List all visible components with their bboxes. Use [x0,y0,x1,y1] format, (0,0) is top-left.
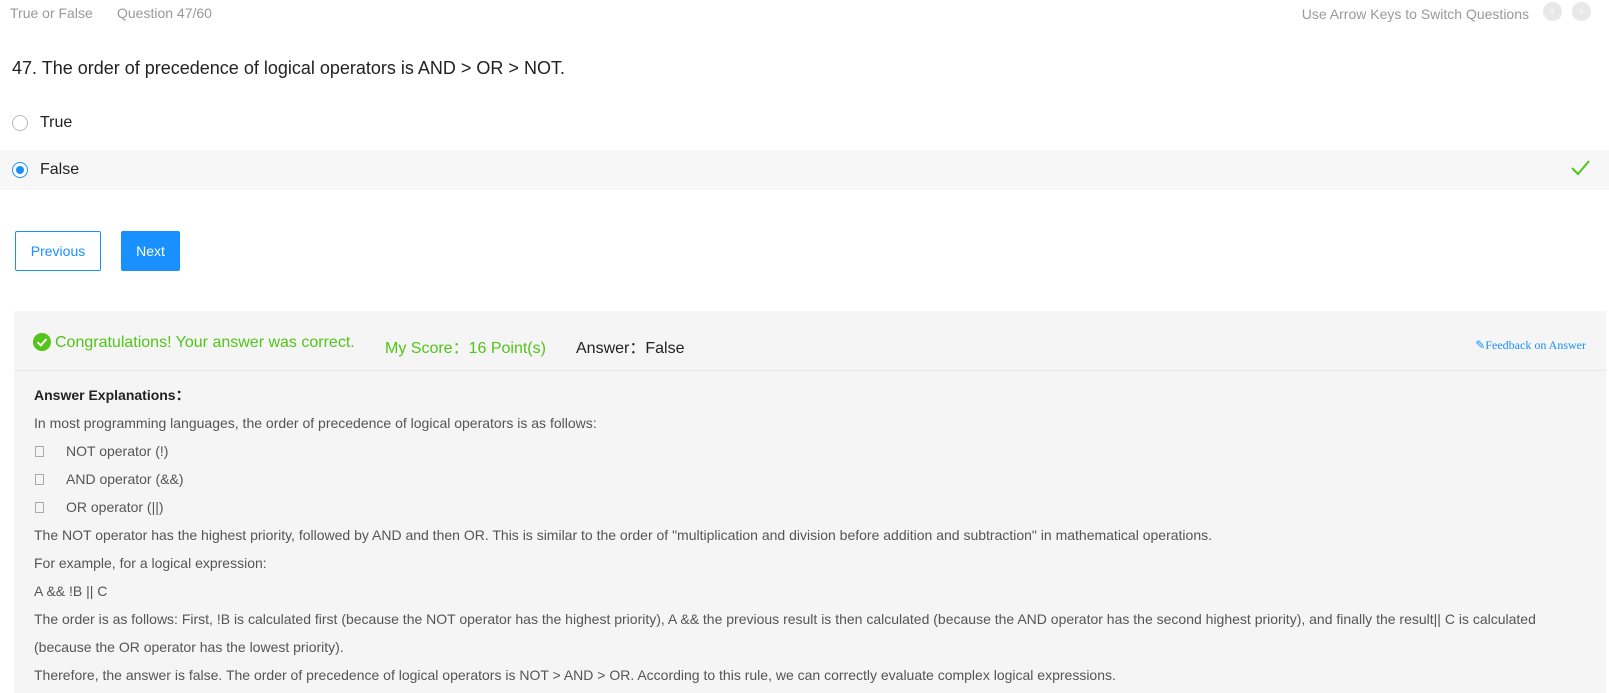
bullet-icon [35,445,44,457]
radio-button[interactable] [12,115,28,131]
question-text: 47. The order of precedence of logical o… [12,58,565,78]
check-circle-icon [33,333,51,351]
next-button[interactable]: Next [121,231,180,271]
explanation-paragraph: The NOT operator has the highest priorit… [34,527,1212,543]
correct-check-icon [1571,160,1590,176]
feedback-label: Feedback on Answer [1485,338,1586,352]
my-score: My Score：16 Point(s) [385,340,546,357]
explanation-paragraph: For example, for a logical expression: [34,555,267,571]
edit-icon: ✎ [1475,338,1486,352]
question-counter: Question 47/60 [117,5,212,21]
answer-explanation: Answer Explanations： In most programming… [34,381,1594,689]
correct-answer: Answer：False [576,340,685,357]
explanation-heading: Answer Explanations： [34,387,190,403]
question-type-label: True or False [10,5,93,21]
result-panel: Congratulations! Your answer was correct… [14,311,1606,693]
list-item-text: NOT operator (!) [66,443,169,459]
explanation-intro: In most programming languages, the order… [34,415,597,431]
list-item-text: OR operator (||) [66,499,164,515]
explanation-paragraph: The order is as follows: First, !B is ca… [34,611,1536,655]
bullet-icon [35,473,44,485]
list-item-text: AND operator (&&) [66,471,184,487]
list-item: OR operator (||) [34,493,1594,521]
list-item: AND operator (&&) [34,465,1594,493]
top-bar: True or False Question 47/60 Use Arrow K… [0,0,1609,26]
previous-button[interactable]: Previous [15,231,101,271]
congrats-message: Congratulations! Your answer was correct… [55,334,355,351]
expression-example: A && !B || C [34,583,108,599]
chevron-right-icon[interactable]: › [1572,2,1591,21]
list-item: NOT operator (!) [34,437,1594,465]
option-label: True [40,114,73,131]
arrow-keys-hint: Use Arrow Keys to Switch Questions [1301,6,1529,22]
chevron-left-icon[interactable]: ‹ [1543,2,1562,21]
radio-button-selected[interactable] [12,162,28,178]
explanation-paragraph: Therefore, the answer is false. The orde… [34,667,1116,683]
result-header: Congratulations! Your answer was correct… [14,311,1606,371]
bullet-icon [35,501,44,513]
option-label: False [40,161,80,178]
option-true[interactable]: True [0,103,1609,143]
option-false[interactable]: False [0,150,1609,190]
feedback-link[interactable]: ✎Feedback on Answer [1475,338,1586,353]
